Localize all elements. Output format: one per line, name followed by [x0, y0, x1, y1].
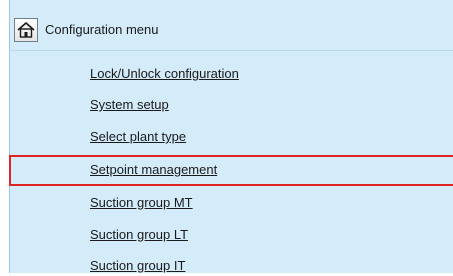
- menu-item-system-setup[interactable]: System setup: [90, 97, 169, 115]
- configuration-menu-list: Lock/Unlock configuration System setup S…: [0, 0, 453, 273]
- selected-item-highlight: [9, 155, 453, 186]
- menu-item-suction-group-it[interactable]: Suction group IT: [90, 258, 185, 276]
- menu-item-lock-unlock-configuration[interactable]: Lock/Unlock configuration: [90, 66, 239, 84]
- menu-item-suction-group-lt[interactable]: Suction group LT: [90, 227, 188, 245]
- menu-item-select-plant-type[interactable]: Select plant type: [90, 129, 186, 147]
- menu-item-suction-group-mt[interactable]: Suction group MT: [90, 195, 193, 213]
